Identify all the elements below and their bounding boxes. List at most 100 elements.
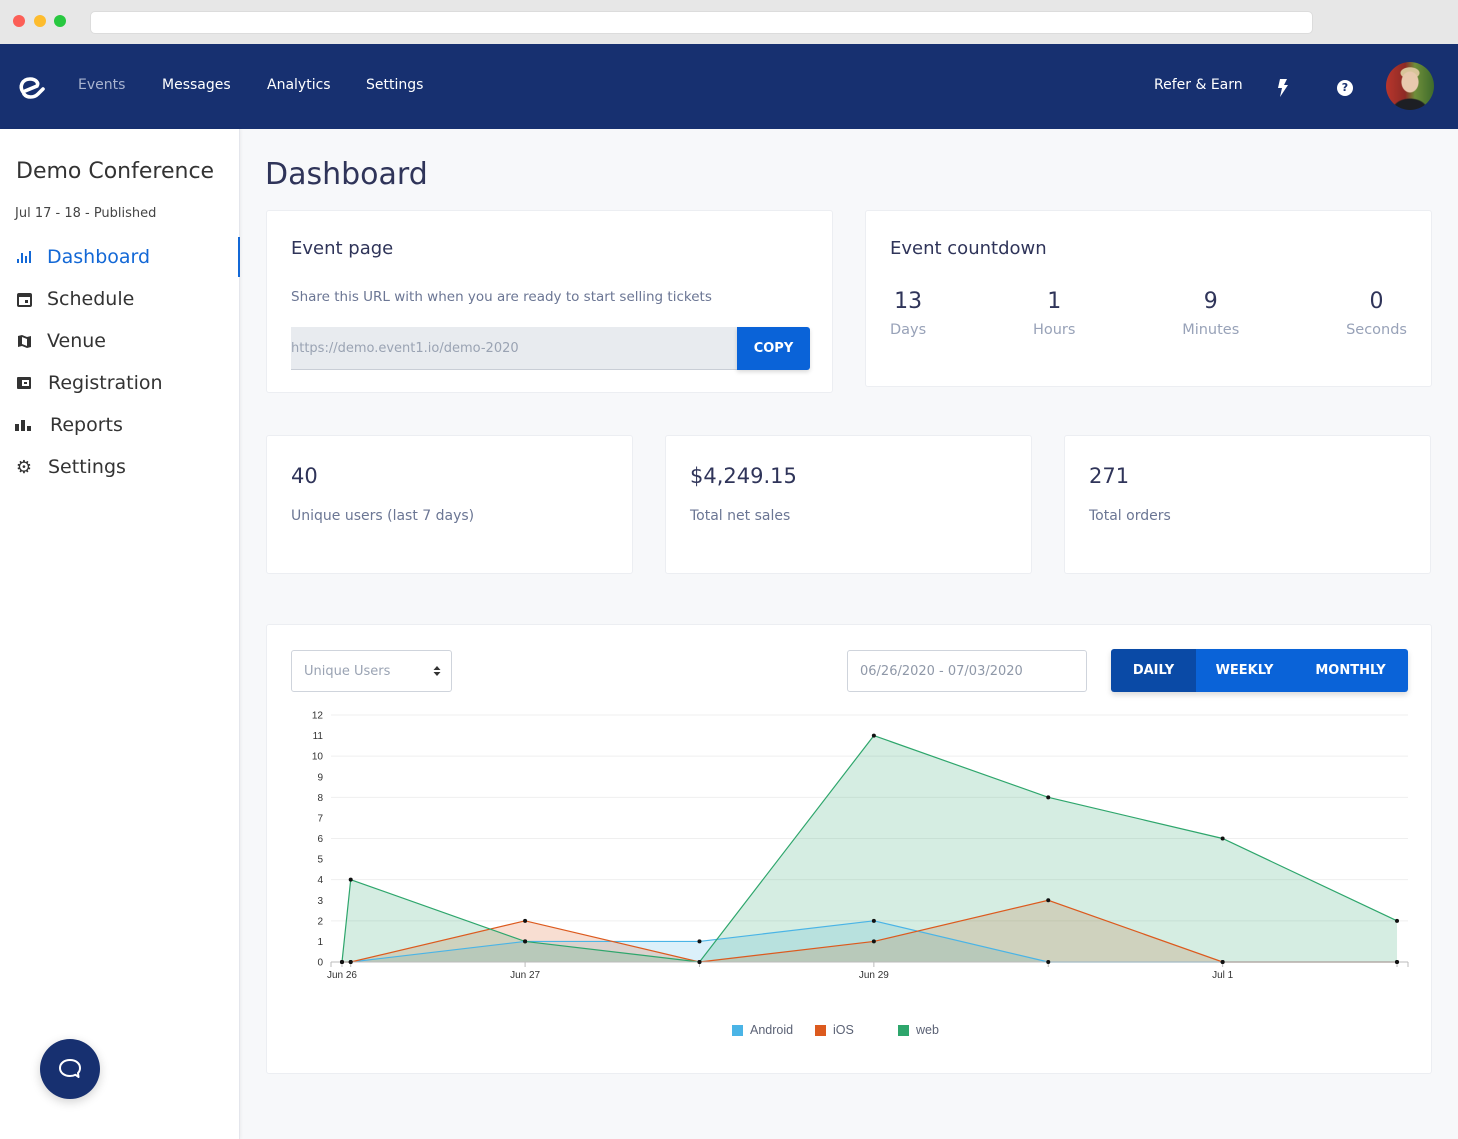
sidebar-item-venue[interactable]: Venue bbox=[0, 321, 240, 361]
legend-item-android[interactable]: Android bbox=[732, 1023, 793, 1037]
countdown-value: 1 bbox=[1047, 289, 1062, 314]
countdown-days: 13 Days bbox=[890, 287, 926, 342]
event-page-title: Event page bbox=[291, 238, 394, 259]
y-tick-label: 1 bbox=[317, 937, 323, 948]
maximize-window-button[interactable] bbox=[54, 15, 66, 27]
stat-card-unique-users: 40 Unique users (last 7 days) bbox=[266, 435, 633, 574]
reports-icon bbox=[15, 416, 33, 434]
top-navbar: Events Messages Analytics Settings Refer… bbox=[0, 44, 1458, 129]
stat-label: Total orders bbox=[1089, 508, 1171, 524]
calendar-icon bbox=[15, 290, 33, 308]
map-icon bbox=[15, 332, 33, 350]
bolt-icon[interactable] bbox=[1277, 79, 1289, 97]
period-monthly-button[interactable]: MONTHLY bbox=[1293, 649, 1408, 692]
stat-label: Total net sales bbox=[690, 508, 791, 524]
sidebar-item-label: Settings bbox=[48, 456, 126, 478]
event-page-description: Share this URL with when you are ready t… bbox=[291, 289, 712, 305]
data-point-web bbox=[523, 939, 528, 944]
legend-swatch bbox=[898, 1024, 909, 1036]
sidebar-item-label: Schedule bbox=[47, 288, 135, 310]
event-url-field[interactable] bbox=[291, 327, 737, 370]
y-tick-label: 7 bbox=[317, 813, 323, 824]
period-daily-button[interactable]: DAILY bbox=[1111, 649, 1196, 692]
countdown-label: Hours bbox=[1032, 322, 1076, 338]
gear-icon: ⚙ bbox=[15, 456, 33, 478]
countdown-title: Event countdown bbox=[890, 238, 1047, 259]
x-tick-label: Jul 1 bbox=[1212, 970, 1234, 981]
x-tick-label: Jun 26 bbox=[327, 970, 357, 981]
date-range-input[interactable] bbox=[847, 650, 1087, 692]
y-tick-label: 11 bbox=[313, 731, 324, 742]
event1-logo-icon[interactable] bbox=[17, 75, 47, 101]
data-point-ios bbox=[871, 939, 876, 944]
metric-select[interactable]: Unique Users bbox=[291, 650, 452, 692]
stat-label: Unique users (last 7 days) bbox=[291, 508, 475, 524]
y-tick-label: 0 bbox=[317, 958, 323, 969]
data-point-android bbox=[697, 939, 702, 944]
legend-swatch bbox=[732, 1024, 743, 1036]
sidebar-item-dashboard[interactable]: Dashboard bbox=[0, 237, 240, 277]
nav-messages[interactable]: Messages bbox=[162, 77, 231, 93]
copy-url-button[interactable]: COPY bbox=[737, 327, 810, 370]
stat-value: $4,249.15 bbox=[690, 464, 797, 488]
period-weekly-button[interactable]: WEEKLY bbox=[1196, 649, 1293, 692]
sidebar-item-label: Registration bbox=[48, 372, 163, 394]
data-point-ios bbox=[348, 960, 353, 964]
sidebar-item-schedule[interactable]: Schedule bbox=[0, 279, 240, 319]
stat-card-total-orders: 271 Total orders bbox=[1064, 435, 1431, 574]
countdown-label: Seconds bbox=[1346, 322, 1407, 338]
chat-support-button[interactable] bbox=[40, 1039, 100, 1099]
page-title: Dashboard bbox=[265, 157, 428, 192]
legend-item-web[interactable]: web bbox=[898, 1023, 939, 1037]
y-tick-label: 10 bbox=[312, 752, 324, 763]
countdown-value: 13 bbox=[894, 289, 923, 314]
sidebar-item-settings[interactable]: ⚙ Settings bbox=[0, 447, 240, 487]
y-tick-label: 9 bbox=[317, 772, 323, 783]
legend-label: web bbox=[916, 1023, 939, 1037]
y-tick-label: 6 bbox=[317, 834, 323, 845]
stat-card-net-sales: $4,249.15 Total net sales bbox=[665, 435, 1032, 574]
y-tick-label: 4 bbox=[317, 875, 323, 886]
data-point-web bbox=[339, 960, 344, 964]
countdown-row: 13 Days 1 Hours 9 Minutes 0 Seconds bbox=[890, 287, 1407, 342]
data-point-ios bbox=[1046, 898, 1051, 903]
countdown-hours: 1 Hours bbox=[1033, 287, 1075, 342]
sidebar-item-registration[interactable]: Registration bbox=[0, 363, 240, 403]
data-point-web bbox=[697, 960, 702, 964]
countdown-label: Minutes bbox=[1182, 322, 1240, 338]
x-tick-label: Jun 27 bbox=[510, 970, 540, 981]
sidebar-item-reports[interactable]: Reports bbox=[0, 405, 240, 445]
data-point-web bbox=[348, 877, 353, 882]
chat-bubble-icon bbox=[59, 1059, 81, 1078]
data-point-android bbox=[871, 918, 876, 923]
address-bar[interactable] bbox=[90, 11, 1313, 34]
countdown-value: 0 bbox=[1369, 289, 1384, 314]
nav-events[interactable]: Events bbox=[78, 77, 125, 93]
data-point-web bbox=[1046, 795, 1051, 800]
data-point-ios bbox=[523, 918, 528, 923]
nav-analytics[interactable]: Analytics bbox=[267, 77, 331, 93]
refer-and-earn-link[interactable]: Refer & Earn bbox=[1154, 77, 1243, 93]
help-icon[interactable]: ? bbox=[1337, 80, 1353, 96]
data-point-android bbox=[1046, 960, 1051, 964]
y-tick-label: 3 bbox=[317, 896, 323, 907]
close-window-button[interactable] bbox=[13, 15, 25, 27]
x-tick-label: Jun 29 bbox=[859, 970, 889, 981]
countdown-seconds: 0 Seconds bbox=[1346, 287, 1407, 342]
browser-chrome bbox=[0, 0, 1458, 44]
legend-label: Android bbox=[750, 1023, 794, 1037]
legend-item-ios[interactable]: iOS bbox=[815, 1023, 854, 1037]
event-meta: Jul 17 - 18 - Published bbox=[15, 206, 157, 221]
minimize-window-button[interactable] bbox=[34, 15, 46, 27]
data-point-web bbox=[871, 733, 876, 738]
legend-swatch bbox=[815, 1024, 826, 1036]
event-countdown-card: Event countdown 13 Days 1 Hours 9 Minute… bbox=[865, 210, 1432, 387]
countdown-value: 9 bbox=[1203, 289, 1218, 314]
wallet-icon bbox=[15, 374, 33, 392]
select-arrows-icon bbox=[433, 666, 441, 676]
sidebar-item-label: Dashboard bbox=[47, 246, 151, 268]
nav-settings[interactable]: Settings bbox=[366, 77, 423, 93]
period-toggle: DAILY WEEKLY MONTHLY bbox=[1111, 649, 1408, 692]
y-tick-label: 12 bbox=[312, 711, 324, 722]
user-avatar[interactable] bbox=[1386, 62, 1434, 110]
